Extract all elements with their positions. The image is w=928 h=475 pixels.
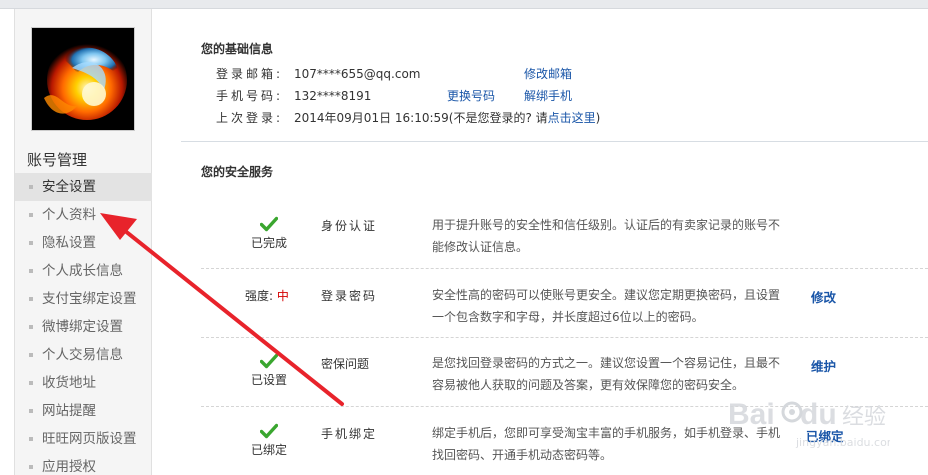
phone-row: 手机号码: 132****8191	[216, 88, 371, 104]
service-description: 用于提升账号的安全性和信任级别。认证后的有卖家记录的账号不能修改认证信息。	[432, 218, 781, 254]
sidebar-item-security-settings[interactable]: 安全设置	[15, 173, 152, 201]
last-login-row: 上次登录: 2014年09月01日 16:10:59(不是您登录的? 请点击这里)	[216, 110, 600, 126]
last-login-value: 2014年09月01日 16:10:59(不是您登录的? 请	[294, 111, 548, 125]
bullet-icon	[29, 381, 33, 385]
check-icon	[260, 353, 278, 369]
sidebar-item-label: 收货地址	[42, 375, 96, 391]
bullet-icon	[29, 353, 33, 357]
status-completed: 已完成	[241, 216, 297, 251]
unbind-phone-link[interactable]: 解绑手机	[524, 88, 572, 104]
basic-info-title: 您的基础信息	[201, 42, 274, 56]
strength-label: 强度:	[245, 289, 274, 303]
svg-text:经验: 经验	[842, 405, 886, 430]
bullet-icon	[29, 269, 33, 273]
bullet-icon	[29, 437, 33, 441]
sidebar-item-trade-info[interactable]: 个人交易信息	[15, 341, 152, 369]
service-name: 身份认证	[321, 219, 378, 233]
sidebar-item-wangwang[interactable]: 旺旺网页版设置	[15, 425, 152, 453]
status-label: 已设置	[250, 373, 287, 387]
sidebar-item-reminders[interactable]: 网站提醒	[15, 397, 152, 425]
sidebar-item-weibo[interactable]: 微博绑定设置	[15, 313, 152, 341]
sidebar-item-privacy[interactable]: 隐私设置	[15, 229, 152, 257]
bullet-icon	[29, 297, 33, 301]
email-row: 登录邮箱: 107****655@qq.com	[216, 66, 421, 82]
bullet-icon	[29, 185, 33, 189]
status-bound: 已绑定	[241, 423, 297, 458]
sidebar-title: 账号管理	[27, 151, 88, 169]
check-icon	[260, 216, 278, 232]
sidebar-menu: 安全设置 个人资料 隐私设置 个人成长信息 支付宝绑定设置 微博绑定设置 个人交…	[15, 173, 152, 475]
sidebar-item-app-auth[interactable]: 应用授权	[15, 453, 152, 475]
service-description: 安全性高的密码可以使账号更安全。建议您定期更换密码，且设置一个包含数字和字母，并…	[432, 288, 781, 324]
status-label: 已完成	[250, 236, 287, 250]
section-divider	[181, 141, 928, 142]
service-identity: 已完成 身份认证 用于提升账号的安全性和信任级别。认证后的有卖家记录的账号不能修…	[201, 200, 928, 269]
security-services-title: 您的安全服务	[201, 165, 274, 179]
last-login-label: 上次登录:	[216, 111, 284, 125]
bullet-icon	[29, 213, 33, 217]
svg-text:Bai: Bai	[728, 398, 775, 431]
sidebar-item-label: 应用授权	[42, 459, 96, 475]
sidebar-item-address[interactable]: 收货地址	[15, 369, 152, 397]
avatar-image	[32, 28, 134, 130]
password-strength: 强度: 中	[245, 287, 289, 304]
change-email-link[interactable]: 修改邮箱	[524, 66, 572, 82]
modify-password-button[interactable]: 修改	[811, 287, 836, 306]
sidebar-item-label: 隐私设置	[42, 235, 96, 251]
sidebar: 账号管理 安全设置 个人资料 隐私设置 个人成长信息 支付宝绑定设置 微博绑定设…	[14, 9, 152, 475]
service-login-password: 强度: 中 登录密码 安全性高的密码可以使账号更安全。建议您定期更换密码，且设置…	[201, 269, 928, 338]
svg-text:jingyan.baidu.com: jingyan.baidu.com	[795, 436, 890, 449]
change-phone-link[interactable]: 更换号码	[447, 88, 495, 104]
last-login-tail: )	[595, 111, 601, 125]
phone-label: 手机号码:	[216, 89, 284, 103]
top-border	[0, 0, 928, 9]
service-name: 登录密码	[321, 289, 378, 303]
sidebar-item-label: 微博绑定设置	[42, 319, 123, 335]
status-label: 已绑定	[250, 443, 287, 457]
sidebar-item-label: 支付宝绑定设置	[42, 291, 137, 307]
bullet-icon	[29, 325, 33, 329]
sidebar-item-label: 网站提醒	[42, 403, 96, 419]
sidebar-item-growth[interactable]: 个人成长信息	[15, 257, 152, 285]
sidebar-item-alipay[interactable]: 支付宝绑定设置	[15, 285, 152, 313]
strength-level: 中	[276, 289, 289, 303]
sidebar-item-label: 旺旺网页版设置	[42, 431, 137, 447]
sidebar-item-label: 安全设置	[42, 179, 96, 195]
click-here-link[interactable]: 点击这里	[548, 111, 596, 125]
status-set: 已设置	[241, 353, 297, 388]
sidebar-item-label: 个人成长信息	[42, 263, 123, 279]
bullet-icon	[29, 465, 33, 469]
bullet-icon	[29, 409, 33, 413]
svg-text:du: du	[800, 398, 837, 431]
baidu-logo: Bai du 经验 jingyan.baidu.com	[728, 398, 898, 449]
check-icon	[260, 423, 278, 439]
service-name: 密保问题	[321, 357, 370, 371]
bullet-icon	[29, 241, 33, 245]
baidu-watermark: Bai du 经验 jingyan.baidu.com	[700, 390, 898, 463]
email-value: 107****655@qq.com	[294, 67, 421, 81]
sidebar-item-label: 个人资料	[42, 207, 96, 223]
phone-value: 132****8191	[294, 89, 372, 103]
maintain-question-button[interactable]: 维护	[811, 356, 836, 375]
email-label: 登录邮箱:	[216, 67, 284, 81]
sidebar-item-label: 个人交易信息	[42, 347, 123, 363]
service-name: 手机绑定	[321, 427, 378, 441]
avatar[interactable]	[31, 27, 135, 131]
sidebar-item-profile[interactable]: 个人资料	[15, 201, 152, 229]
